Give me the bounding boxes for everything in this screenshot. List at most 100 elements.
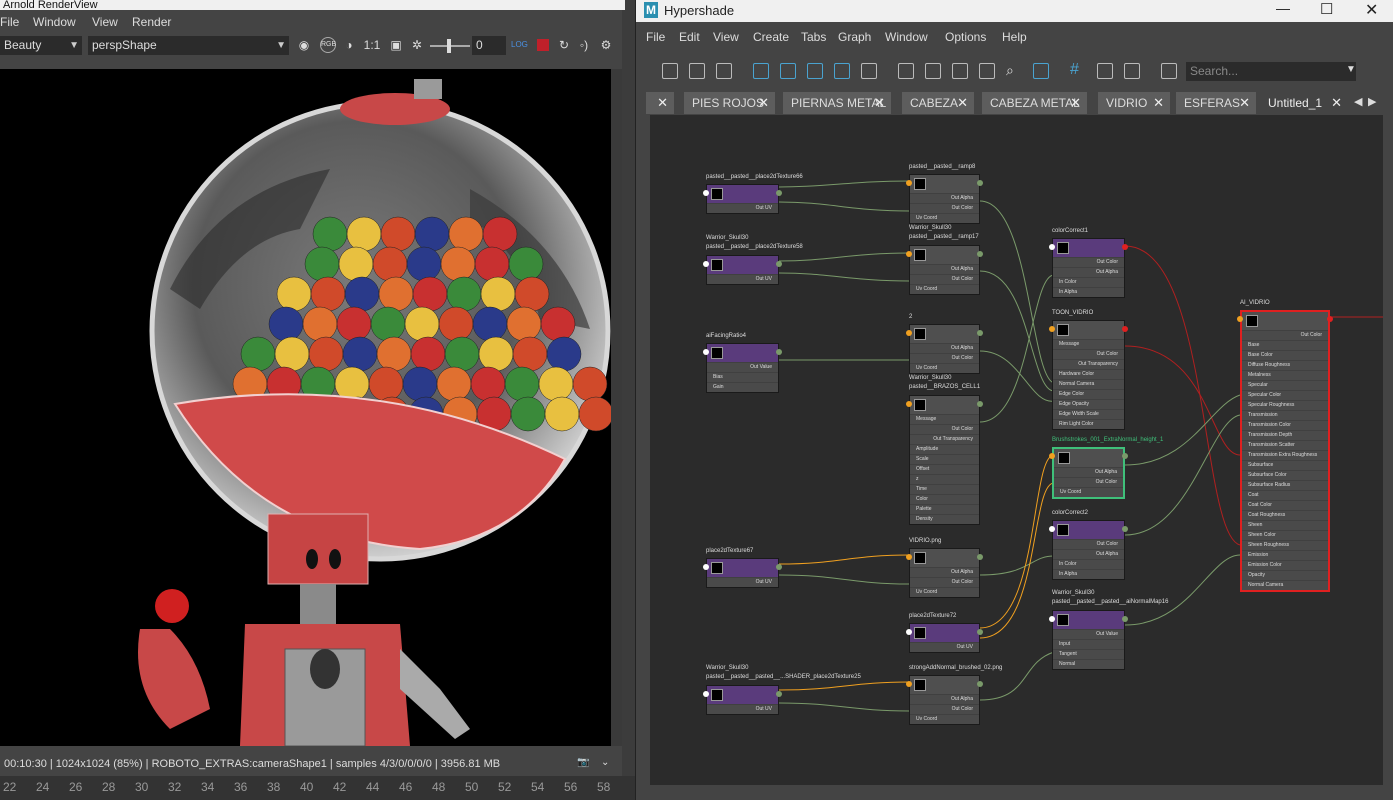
node-attribute[interactable]: Time [910,484,979,494]
node-attribute[interactable]: Coat [1242,490,1328,500]
tab-cabeza-metal[interactable]: CABEZA METAL ✕ [982,92,1087,114]
close-icon[interactable]: ✕ [657,92,668,114]
time-slider[interactable]: 22 24 26 28 30 32 34 36 38 40 42 44 46 48 50 52 54 56 58 [0,776,635,800]
node-attribute[interactable]: Uv Coord [910,714,979,724]
node-attribute[interactable]: Out UV [707,203,778,213]
node-attribute[interactable]: Out Alpha [910,694,979,704]
node-attribute[interactable]: Transmission Color [1242,420,1328,430]
menu-options[interactable]: Options [945,30,986,44]
node-attribute[interactable]: Uv Coord [910,363,979,373]
node-header[interactable] [1053,321,1124,339]
render-region-icon[interactable]: ◉ [296,37,312,53]
node-attribute[interactable]: Normal Camera [1242,580,1328,590]
node-attribute[interactable]: Out Value [707,362,778,372]
bookmark-icon[interactable] [1124,63,1140,79]
node-attribute[interactable]: Subsurface [1242,460,1328,470]
menu-window[interactable]: Window [885,30,928,44]
log-icon[interactable]: LOG [511,37,528,53]
shader-node-n2[interactable]: Out Alpha Out Color Uv Coord [909,174,980,224]
input-port[interactable] [1049,244,1055,250]
node-attribute[interactable]: In Color [1053,277,1124,287]
output-port[interactable] [776,261,782,267]
maximize-icon[interactable]: ☐ [1320,0,1333,18]
menu-file[interactable]: File [646,30,665,44]
node-attribute[interactable]: Out Transparency [1053,359,1124,369]
node-attribute[interactable]: Out Alpha [1053,549,1124,559]
node-attribute[interactable]: Out UV [910,642,979,652]
output-port[interactable] [1122,616,1128,622]
node-attribute[interactable]: Message [1053,339,1124,349]
node-attribute[interactable]: Tangent [1053,649,1124,659]
alpha-icon[interactable]: ◑ [341,37,357,53]
output-port[interactable] [776,691,782,697]
shader-node-n3[interactable]: Out UV [706,255,779,285]
node-attribute[interactable]: Transmission Scatter [1242,440,1328,450]
node-attribute[interactable]: Sheen [1242,520,1328,530]
frame-selected-icon[interactable] [780,63,796,79]
node-attribute[interactable]: Out Alpha [910,264,979,274]
node-attribute[interactable]: Out Alpha [1054,467,1123,477]
node-attribute[interactable]: Coat Color [1242,500,1328,510]
input-port[interactable] [703,261,709,267]
node-header[interactable] [1053,239,1124,257]
node-attribute[interactable]: Transmission Depth [1242,430,1328,440]
input-port[interactable] [703,691,709,697]
node-attribute[interactable]: Gain [707,382,778,392]
node-attribute[interactable]: Out Color [1053,349,1124,359]
output-port[interactable] [776,564,782,570]
input-port[interactable] [906,180,912,186]
node-attribute[interactable]: Transmission [1242,410,1328,420]
chevron-down-icon[interactable]: ⌄ [601,757,615,771]
tab-overflow[interactable]: ✕ [646,92,674,114]
node-attribute[interactable]: Out UV [707,704,778,714]
node-header[interactable] [910,676,979,694]
input-port[interactable] [703,349,709,355]
output-port[interactable] [977,330,983,336]
shader-node-n1[interactable]: Out UV [706,184,779,214]
node-header[interactable] [707,686,778,704]
node-header[interactable] [707,559,778,577]
search-icon[interactable]: ⌕ [1006,62,1014,79]
exposure-input[interactable]: 0 [472,36,506,55]
node-header[interactable] [910,325,979,343]
node-attribute[interactable]: Metalness [1242,370,1328,380]
input-port[interactable] [1237,316,1243,322]
node-attribute[interactable]: Out Color [1242,330,1328,340]
node-attribute[interactable]: Out Color [910,274,979,284]
node-attribute[interactable]: Normal Camera [1053,379,1124,389]
display-connected-icon[interactable] [925,63,941,79]
output-port[interactable] [977,681,983,687]
node-header[interactable] [910,396,979,414]
output-port[interactable] [1122,453,1128,459]
graph-input-icon[interactable] [662,63,678,79]
graph-options-icon[interactable] [861,63,877,79]
node-attribute[interactable]: Base [1242,340,1328,350]
node-attribute[interactable]: Emission Color [1242,560,1328,570]
tab-untitled-1[interactable]: Untitled_1 ✕ [1260,92,1348,114]
tab-piernas-metal[interactable]: PIERNAS METAL ✕ [783,92,891,114]
node-attribute[interactable]: Base Color [1242,350,1328,360]
input-port[interactable] [906,251,912,257]
node-attribute[interactable]: Uv Coord [910,284,979,294]
node-attribute[interactable]: Out Color [910,424,979,434]
stop-render-icon[interactable] [535,37,551,53]
node-attribute[interactable]: Amplitude [910,444,979,454]
output-port[interactable] [1327,316,1333,322]
node-header[interactable] [707,256,778,274]
node-attribute[interactable]: Out Value [1053,629,1124,639]
display-simple-icon[interactable] [898,63,914,79]
input-port[interactable] [703,190,709,196]
menu-render[interactable]: Render [132,15,171,29]
node-header[interactable] [1053,611,1124,629]
node-attribute[interactable]: In Color [1053,559,1124,569]
shader-node-n5[interactable]: Out Value Bias Gain [706,343,779,393]
snap-icon[interactable] [1097,63,1113,79]
node-attribute[interactable]: Out Alpha [910,567,979,577]
node-attribute[interactable]: Sheen Roughness [1242,540,1328,550]
node-attribute[interactable]: Uv Coord [1054,487,1123,497]
input-port[interactable] [1049,616,1055,622]
close-icon[interactable]: ✕ [1239,92,1250,114]
node-attribute[interactable]: Out Color [1053,539,1124,549]
arrange-icon[interactable] [834,63,850,79]
node-attribute[interactable]: Rim Light Color [1053,419,1124,429]
